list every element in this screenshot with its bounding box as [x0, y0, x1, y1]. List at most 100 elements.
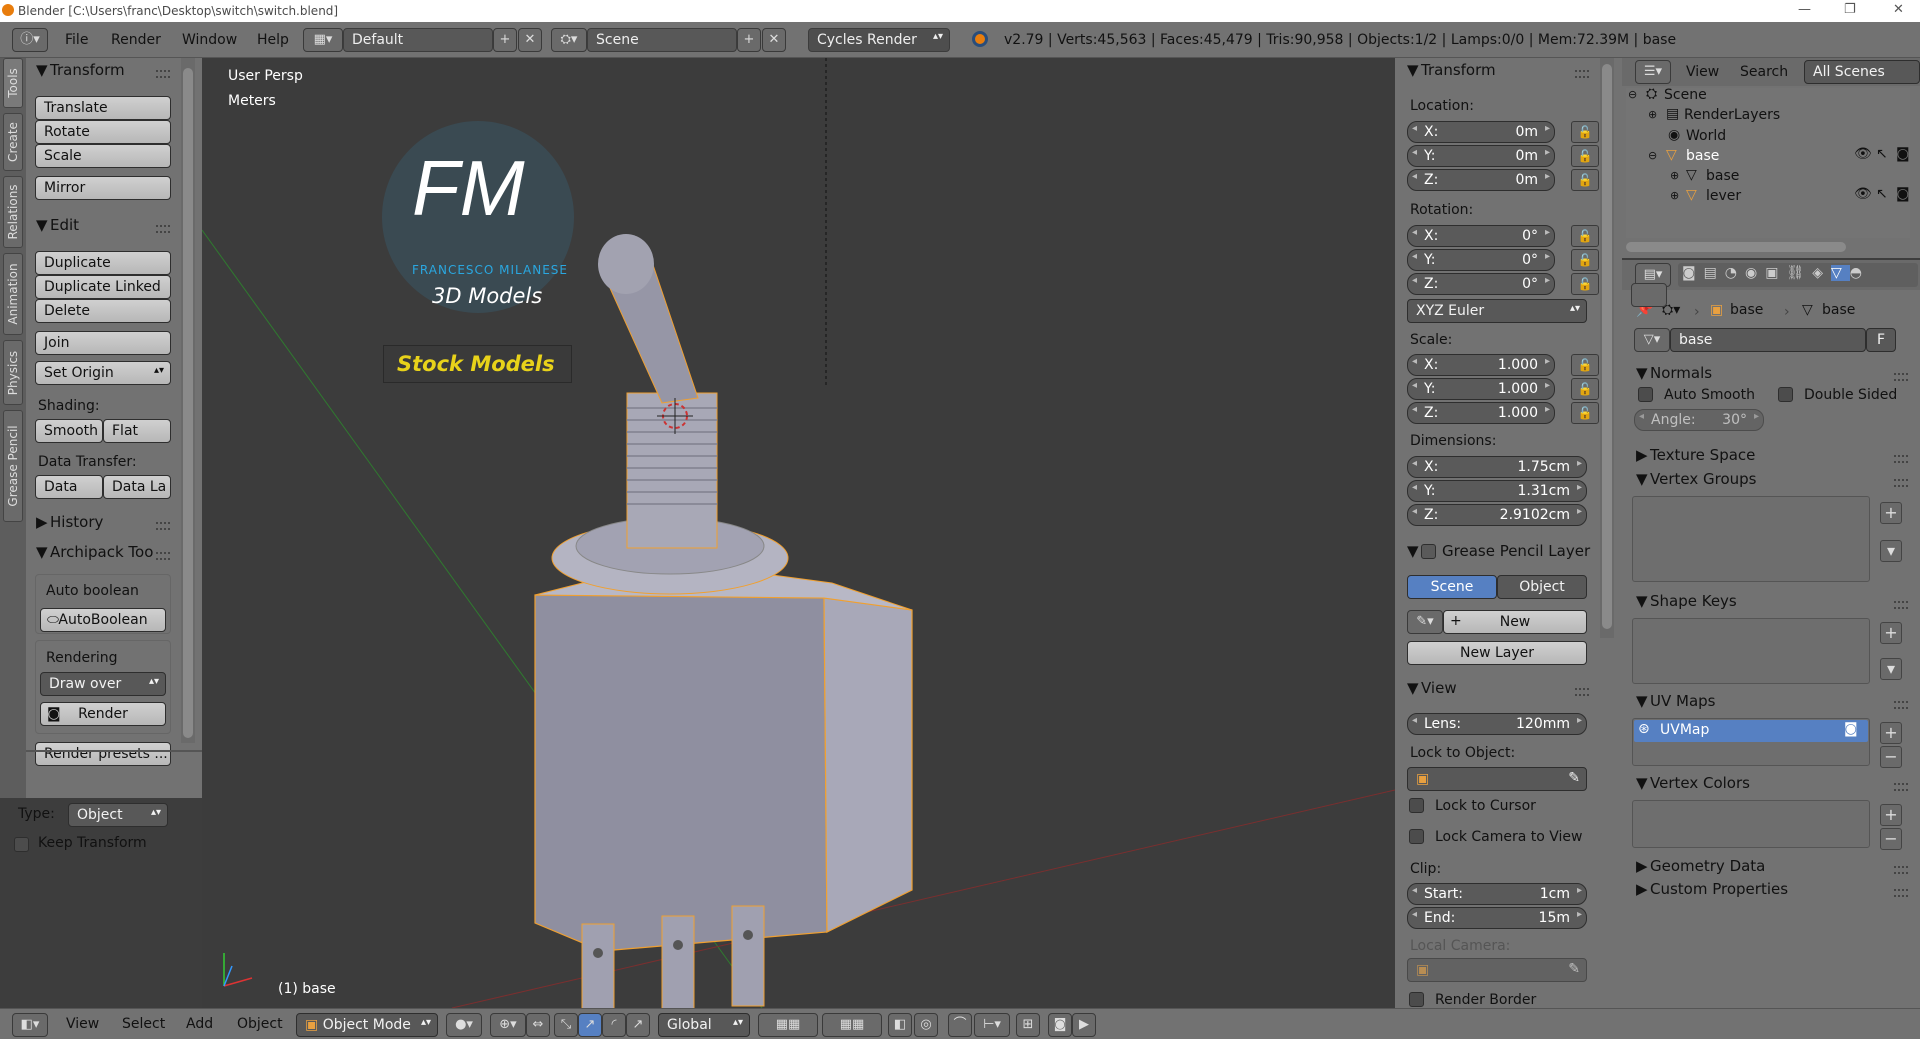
vertex-groups-list[interactable]	[1632, 496, 1870, 582]
flat-button[interactable]: Flat	[103, 419, 171, 443]
viewport-shading-icon[interactable]: ●▾	[446, 1013, 482, 1037]
renderable-camera-icon[interactable]: ◙	[1896, 186, 1910, 202]
lock-location-x-icon[interactable]: 🔓	[1571, 121, 1599, 143]
menu-help[interactable]: Help	[257, 32, 289, 48]
panel-archipack-header[interactable]: ▼ Archipack Too	[36, 543, 176, 561]
menu-object[interactable]: Object	[237, 1016, 283, 1032]
rotate-button[interactable]: Rotate	[35, 120, 171, 144]
render-presets-button[interactable]: Render presets ...	[35, 742, 171, 766]
outliner-hscrollbar[interactable]	[1626, 242, 1846, 252]
menu-file[interactable]: File	[65, 32, 88, 48]
rotate-manipulator-icon[interactable]: ↗	[578, 1013, 602, 1037]
gp-new-layer-button[interactable]: New Layer	[1407, 641, 1587, 665]
panel-geometry-data-header[interactable]: ▶ Geometry Data	[1636, 857, 1765, 875]
snap-element-icon[interactable]: ⊢▾	[974, 1013, 1010, 1037]
draw-over-dropdown[interactable]: Draw over ▴▾	[40, 672, 166, 696]
lock-scale-x-icon[interactable]: 🔓	[1571, 354, 1599, 376]
add-scene-icon[interactable]: +	[737, 28, 761, 52]
shape-keys-list[interactable]	[1632, 618, 1870, 684]
location-x-field[interactable]: ◂ X: 0m ▸	[1407, 121, 1555, 143]
properties-context-tabs[interactable]: ◙▤◔◉▣⛓◈▽◓	[1678, 263, 1918, 287]
shape-key-specials-icon[interactable]: ▾	[1880, 658, 1902, 680]
layers-grid-2-icon[interactable]: ▦▦	[822, 1013, 882, 1037]
expand-icon[interactable]: ⊕	[1670, 169, 1679, 182]
fake-user-button[interactable]: F	[1866, 328, 1896, 352]
smooth-button[interactable]: Smooth	[35, 419, 103, 443]
pivot-point-icon[interactable]: ⊕▾	[490, 1013, 526, 1037]
toolshelf-scrollbar-thumb[interactable]	[183, 68, 193, 738]
lock-layers-icon[interactable]: ◧	[888, 1013, 912, 1037]
panel-edit-header[interactable]: ▼ Edit	[36, 216, 79, 234]
drag-grip-icon[interactable]	[1894, 601, 1908, 609]
eyedropper-icon[interactable]: ✎	[1568, 961, 1580, 977]
lock-location-z-icon[interactable]: 🔓	[1571, 169, 1599, 191]
panel-shape-keys-header[interactable]: ▼ Shape Keys	[1636, 592, 1737, 610]
drag-grip-icon[interactable]	[156, 225, 170, 233]
drag-grip-icon[interactable]	[1894, 701, 1908, 709]
gp-pencil-icon[interactable]: ✎▾	[1407, 610, 1443, 634]
gp-new-button[interactable]: + New	[1443, 610, 1587, 634]
manipulator-toggle-icon[interactable]: ⇔	[526, 1013, 550, 1037]
snap-target-icon[interactable]: ⊞	[1016, 1013, 1040, 1037]
outliner-item-scene[interactable]: Scene	[1664, 87, 1707, 103]
lock-camera-to-view-checkbox[interactable]	[1409, 829, 1424, 844]
rotation-mode-dropdown[interactable]: XYZ Euler ▴▾	[1407, 299, 1587, 323]
rotation-x-field[interactable]: ◂ X: 0° ▸	[1407, 225, 1555, 247]
tab-physics[interactable]: Physics	[3, 340, 23, 405]
menu-view[interactable]: View	[66, 1016, 99, 1032]
minimize-icon[interactable]: —	[1798, 2, 1811, 17]
toolshelf-scrollbar-track[interactable]	[181, 58, 195, 743]
lock-scale-y-icon[interactable]: 🔓	[1571, 378, 1599, 400]
drag-grip-icon[interactable]	[1894, 866, 1908, 874]
panel-transform-header[interactable]: ▼ Transform	[1407, 61, 1496, 79]
visibility-eye-icon[interactable]: 👁	[1854, 186, 1872, 202]
panel-normals-header[interactable]: ▼ Normals	[1636, 364, 1712, 382]
drag-grip-icon[interactable]	[156, 70, 170, 78]
outliner-item-renderlayers[interactable]: RenderLayers	[1684, 107, 1780, 123]
layers-grid-1-icon[interactable]: ▦▦	[758, 1013, 818, 1037]
dimension-x-field[interactable]: ◂ X: 1.75cm ▸	[1407, 456, 1587, 478]
eyedropper-icon[interactable]: ✎	[1568, 770, 1580, 786]
scale-y-field[interactable]: ◂ Y: 1.000 ▸	[1407, 378, 1555, 400]
scale-x-field[interactable]: ◂ X: 1.000 ▸	[1407, 354, 1555, 376]
remove-uv-map-icon[interactable]: −	[1880, 746, 1902, 768]
remove-layout-icon[interactable]: ✕	[518, 28, 542, 52]
panel-view-header[interactable]: ▼ View	[1407, 679, 1457, 697]
translate-button[interactable]: Translate	[35, 96, 171, 120]
dimension-z-field[interactable]: ◂ Z: 2.9102cm ▸	[1407, 504, 1587, 526]
drag-grip-icon[interactable]	[156, 552, 170, 560]
render-button[interactable]: ◙ Render	[40, 702, 166, 726]
auto-boolean-button[interactable]: ⬭ AutoBoolean	[40, 608, 166, 632]
visibility-eye-icon[interactable]: 👁	[1854, 146, 1872, 162]
active-render-camera-icon[interactable]: ◙	[1844, 721, 1858, 737]
scene-selector-icon[interactable]: ⛭▾	[551, 28, 587, 52]
vertex-group-specials-icon[interactable]: ▾	[1880, 540, 1902, 562]
tab-relations[interactable]: Relations	[3, 176, 23, 248]
keep-transform-checkbox[interactable]	[14, 837, 29, 852]
drag-grip-icon[interactable]	[1575, 688, 1589, 696]
opengl-render-image-icon[interactable]: ◙	[1048, 1013, 1072, 1037]
uvmap-list-item[interactable]: ⊛ UVMap ◙	[1634, 720, 1868, 742]
manipulator-mode-icon[interactable]: ↗	[626, 1013, 650, 1037]
add-vertex-color-icon[interactable]: +	[1880, 804, 1902, 826]
breadcrumb-object[interactable]: base	[1730, 302, 1763, 318]
lock-scale-z-icon[interactable]: 🔓	[1571, 402, 1599, 424]
rotation-z-field[interactable]: ◂ Z: 0° ▸	[1407, 273, 1555, 295]
lock-rotation-z-icon[interactable]: 🔓	[1571, 273, 1599, 295]
local-camera-field[interactable]: ▣ ✎	[1407, 958, 1587, 982]
close-window-icon[interactable]: ✕	[1893, 2, 1904, 17]
panel-texture-space-header[interactable]: ▶ Texture Space	[1636, 446, 1755, 464]
add-layout-icon[interactable]: +	[493, 28, 517, 52]
menu-window[interactable]: Window	[182, 32, 237, 48]
tab-tools[interactable]: Tools	[3, 58, 23, 108]
delete-button[interactable]: Delete	[35, 299, 171, 323]
panel-uv-maps-header[interactable]: ▼ UV Maps	[1636, 692, 1715, 710]
lock-to-cursor-checkbox[interactable]	[1409, 798, 1424, 813]
3d-viewport[interactable]: User Persp Meters FM FRANCESCO MILANESE …	[202, 58, 1395, 1008]
drag-grip-icon[interactable]	[156, 522, 170, 530]
add-uv-map-icon[interactable]: +	[1880, 722, 1902, 744]
properties-scrollbar-thumb[interactable]	[1602, 64, 1612, 629]
outliner-view-menu[interactable]: View	[1686, 64, 1719, 80]
properties-scrollbar-track[interactable]	[1600, 58, 1614, 638]
expand-icon[interactable]: ⊕	[1670, 189, 1679, 202]
